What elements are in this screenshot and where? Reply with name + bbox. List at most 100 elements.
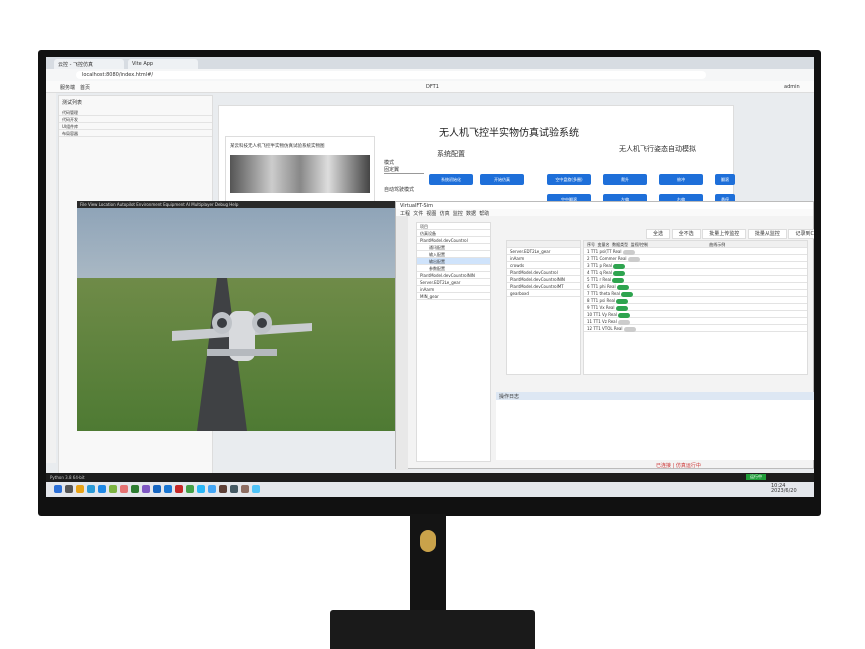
table-row[interactable]: 2 TT1 Commer Real <box>584 255 807 262</box>
flightgear-menu[interactable]: File View Location Autopilot Environment… <box>77 201 395 208</box>
toolbar-button[interactable]: 批量从监控 <box>747 229 787 239</box>
monitor-toggle[interactable] <box>618 319 631 325</box>
taskbar-app-icon[interactable] <box>142 485 150 493</box>
model-item[interactable]: PlantModel.devCountrol <box>507 269 580 276</box>
init-button[interactable]: 系统初始化 <box>429 174 473 185</box>
monitor-toggle[interactable] <box>612 277 625 283</box>
taskbar-app-icon[interactable] <box>208 485 216 493</box>
taskbar-app-icon[interactable] <box>230 485 238 493</box>
app-menu[interactable]: 首页 <box>80 84 90 91</box>
panel-item[interactable]: 代码管理 <box>59 109 212 116</box>
menu-item[interactable]: 文件 <box>413 211 423 217</box>
taskbar-app-icon[interactable] <box>175 485 183 493</box>
model-item[interactable]: gearboxd <box>507 290 580 297</box>
monitor-toggle[interactable] <box>613 270 626 276</box>
run-badge: 运行中 <box>746 474 766 480</box>
tree-item[interactable]: Server.EDT2Le_gear <box>417 279 490 286</box>
table-row[interactable]: 9 TT1 Vx Real <box>584 304 807 311</box>
tree-item[interactable]: MIN_gear <box>417 293 490 300</box>
menu-item[interactable]: 帮助 <box>479 211 489 217</box>
table-row[interactable]: 11 TT1 Vz Real <box>584 318 807 325</box>
tree-item[interactable]: 输入配置 <box>417 251 490 258</box>
mode-select[interactable]: 固定翼 <box>384 166 424 174</box>
model-item[interactable]: Server.EDT2Le_gear <box>507 248 580 255</box>
attitude-button[interactable]: 俯冲 <box>659 174 703 185</box>
menu-item[interactable]: 视图 <box>426 211 436 217</box>
table-row[interactable]: 4 TT1 q Real <box>584 269 807 276</box>
menu-item[interactable]: 仿真 <box>440 211 450 217</box>
taskbar-app-icon[interactable] <box>241 485 249 493</box>
taskbar-app-icon[interactable] <box>65 485 73 493</box>
monitor-toggle[interactable] <box>616 284 629 290</box>
panel-item[interactable]: 布局容器 <box>59 130 212 137</box>
attitude-title: 无人机飞行姿态自动模拟 <box>619 145 696 153</box>
attitude-button[interactable]: 翻滚 <box>715 174 735 185</box>
variable-table: 序号 变量名 数据类型 监视/控制 曲线示例 1 TT1 psi(TT Real… <box>583 240 808 375</box>
browser-tab[interactable]: Vite App <box>128 59 198 69</box>
taskbar-app-icon[interactable] <box>164 485 172 493</box>
url-input[interactable]: localhost:8080/index.html#/ <box>76 71 706 79</box>
project-tree: 项目 仿真设备 PlantModel.devCountrol 通讯配置 输入配置… <box>416 222 491 462</box>
panel-item[interactable]: UI组件库 <box>59 123 212 130</box>
monitor-toggle[interactable] <box>621 291 634 297</box>
taskbar: 10:24 2023/6/20 <box>46 482 814 497</box>
monitor-toggle[interactable] <box>623 326 636 332</box>
table-row[interactable]: 1 TT1 psi(TT Real <box>584 248 807 255</box>
model-item[interactable]: PlantModel.devCountrolMT <box>507 283 580 290</box>
log-panel <box>496 400 814 460</box>
taskbar-app-icon[interactable] <box>197 485 205 493</box>
taskbar-app-icon[interactable] <box>109 485 117 493</box>
toolbar-button[interactable]: 全不选 <box>671 229 701 239</box>
taskbar-app-icon[interactable] <box>131 485 139 493</box>
tree-item[interactable]: 参数配置 <box>417 265 490 272</box>
table-row[interactable]: 12 TT1 VTOL Real <box>584 325 807 332</box>
taskbar-app-icon[interactable] <box>186 485 194 493</box>
monitor-toggle[interactable] <box>613 263 626 269</box>
taskbar-app-icon[interactable] <box>153 485 161 493</box>
tree-item[interactable]: inAarm <box>417 286 490 293</box>
start-button[interactable]: 开始仿真 <box>480 174 524 185</box>
monitor-toggle[interactable] <box>616 298 629 304</box>
user-name[interactable]: admin <box>784 84 800 90</box>
model-item[interactable]: inAarm <box>507 255 580 262</box>
toolbar-button[interactable]: 记录到CSV <box>788 229 814 239</box>
tree-item-selected[interactable]: 输出配置 <box>417 258 490 265</box>
sky <box>77 208 395 278</box>
menu-item[interactable]: 数据 <box>466 211 476 217</box>
tree-item[interactable]: PlantModel.devCountrolNIN <box>417 272 490 279</box>
tree-item[interactable]: 项目 <box>417 223 490 230</box>
monitor-toggle[interactable] <box>622 249 635 255</box>
menu-item[interactable]: 监控 <box>453 211 463 217</box>
taskbar-app-icon[interactable] <box>54 485 62 493</box>
attitude-button[interactable]: 空中盘旋(多圈) <box>547 174 591 185</box>
python-version[interactable]: Python 3.8 64-bit <box>50 475 85 480</box>
model-item[interactable]: crowds <box>507 262 580 269</box>
monitor-toggle[interactable] <box>618 312 631 318</box>
attitude-button[interactable]: 爬升 <box>603 174 647 185</box>
table-row[interactable]: 5 TT1 r Real <box>584 276 807 283</box>
taskbar-app-icon[interactable] <box>76 485 84 493</box>
table-row[interactable]: 6 TT1 phi Real <box>584 283 807 290</box>
table-row[interactable]: 10 TT1 Vy Real <box>584 311 807 318</box>
taskbar-app-icon[interactable] <box>219 485 227 493</box>
model-item[interactable]: PlantModel.devCountrolNIN <box>507 276 580 283</box>
flightgear-window[interactable]: File View Location Autopilot Environment… <box>77 201 395 431</box>
tree-item[interactable]: 仿真设备 <box>417 230 490 237</box>
taskbar-app-icon[interactable] <box>98 485 106 493</box>
taskbar-app-icon[interactable] <box>252 485 260 493</box>
monitor-toggle[interactable] <box>615 305 628 311</box>
monitor-toggle[interactable] <box>627 256 640 262</box>
toolbar-button[interactable]: 全选 <box>646 229 671 239</box>
taskbar-app-icon[interactable] <box>120 485 128 493</box>
autopilot-radio[interactable]: 自动驾驶模式 <box>384 186 414 193</box>
panel-item[interactable]: 代码开发 <box>59 116 212 123</box>
app-menu[interactable]: 服务端 <box>60 84 75 91</box>
toolbar-button[interactable]: 批量上传监控 <box>702 229 747 239</box>
taskbar-app-icon[interactable] <box>87 485 95 493</box>
table-row[interactable]: 8 TT1 psi Real <box>584 297 807 304</box>
table-row[interactable]: 3 TT1 p Real <box>584 262 807 269</box>
table-row[interactable]: 7 TT1 theta Real <box>584 290 807 297</box>
browser-tab[interactable]: 云控 - 飞控仿真 <box>54 59 124 69</box>
tree-item[interactable]: 通讯配置 <box>417 244 490 251</box>
tree-item[interactable]: PlantModel.devCountrol <box>417 237 490 244</box>
